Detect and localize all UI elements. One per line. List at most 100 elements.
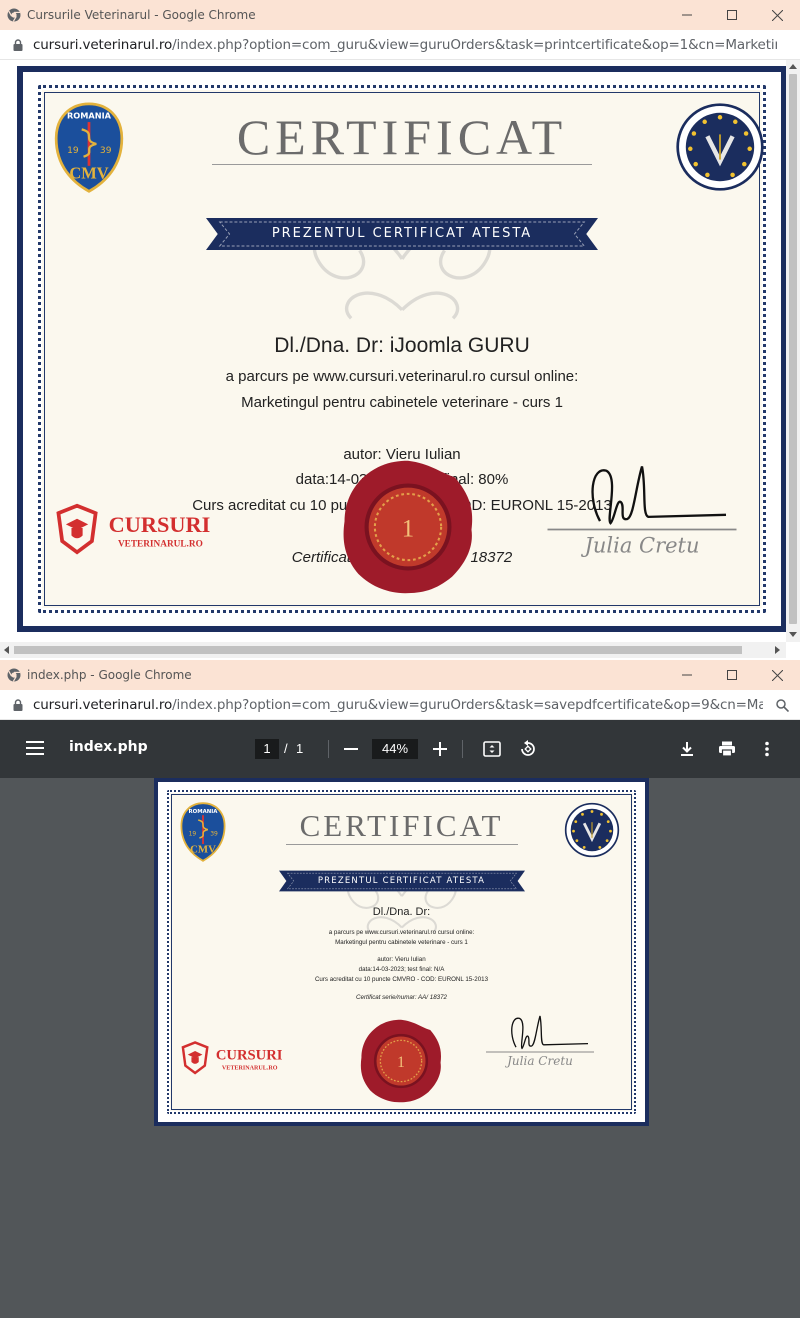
address-bar-pdf[interactable]: cursuri.veterinarul.ro/index.php?option=… (0, 690, 800, 720)
download-icon (681, 742, 693, 756)
certificate-html: CERTIFICAT PREZENTUL CERTIFICAT ATESTA D… (17, 66, 786, 632)
close-button[interactable] (754, 0, 800, 30)
maximize-button[interactable] (709, 0, 755, 30)
toolbar-divider (328, 740, 329, 758)
maximize-icon (727, 10, 737, 20)
minimize-icon (682, 674, 692, 676)
print-button[interactable] (717, 739, 737, 759)
browser-window-pdf: index.php - Google Chrome cursuri.veteri… (0, 660, 800, 1318)
course-name: Marketingul pentru cabinetele veterinare… (335, 939, 468, 946)
certificate-heading: CERTIFICAT (236, 109, 568, 165)
vertical-scrollbar[interactable] (786, 60, 800, 642)
certificate-pdf-page: CERTIFICAT PREZENTUL CERTIFICAT ATESTA D… (154, 778, 649, 1126)
svg-text:Julia Cretu: Julia Cretu (504, 1054, 573, 1068)
cmv-romania-logo-icon: ROMANIA 19 39 CMV (54, 102, 124, 193)
svg-text:ROMANIA: ROMANIA (189, 809, 219, 815)
svg-text:CURSURI: CURSURI (216, 1048, 283, 1064)
zoom-out-button[interactable] (341, 739, 361, 759)
accreditation-line: Curs acreditat cu 10 puncte CMVRO - COD:… (314, 976, 489, 983)
fit-page-button[interactable] (482, 739, 502, 759)
svg-text:39: 39 (100, 146, 112, 156)
page-number-input[interactable]: 1 (255, 739, 279, 759)
page-viewport[interactable]: CERTIFICAT PREZENTUL CERTIFICAT ATESTA D… (0, 60, 786, 642)
plus-icon (433, 742, 447, 756)
horizontal-scroll-thumb[interactable] (14, 646, 742, 654)
page-separator: / (284, 741, 288, 756)
course-name: Marketingul pentru cabinetele veterinare… (241, 394, 563, 411)
rotate-button[interactable] (518, 739, 538, 759)
serial-number: Certificat serie/numar: AA/ 18372 (356, 994, 447, 1001)
download-button[interactable] (677, 739, 697, 759)
scroll-down-icon (789, 632, 797, 637)
pdf-file-name: index.php (69, 739, 148, 755)
svg-text:CMV: CMV (69, 164, 108, 183)
chrome-favicon-icon (7, 8, 21, 22)
veterinary-association-badge-icon (564, 802, 620, 858)
veterinary-association-badge-icon (676, 103, 764, 191)
intro-line: a parcurs pe www.cursuri.veterinarul.ro … (225, 368, 579, 385)
page-total: 1 (296, 741, 304, 756)
maximize-icon (727, 670, 737, 680)
svg-text:Julia Cretu: Julia Cretu (580, 534, 699, 558)
url-text-pdf[interactable]: cursuri.veterinarul.ro/index.php?option=… (33, 697, 763, 713)
more-options-button[interactable] (757, 739, 777, 759)
zoom-magnifier-icon[interactable] (776, 699, 789, 712)
browser-window-print: Cursurile Veterinarul - Google Chrome cu… (0, 0, 800, 660)
wax-seal-icon: 1 (360, 1019, 441, 1103)
lock-icon (13, 38, 23, 51)
toolbar-divider (462, 740, 463, 758)
horizontal-scrollbar[interactable] (0, 642, 786, 658)
close-button-pdf[interactable] (754, 660, 800, 690)
scroll-right-icon (775, 646, 780, 654)
pdf-toolbar: index.php 1 / 1 44% (0, 720, 800, 778)
ornament-pattern-icon (312, 224, 492, 320)
svg-text:1: 1 (402, 516, 414, 543)
zoom-in-button[interactable] (430, 739, 450, 759)
recipient-name: Dl./Dna. Dr: (372, 906, 431, 918)
recipient-name: Dl./Dna. Dr: iJoomla GURU (274, 334, 530, 357)
intro-line: a parcurs pe www.cursuri.veterinarul.ro … (328, 929, 475, 936)
more-vert-icon (765, 741, 769, 757)
svg-text:19: 19 (67, 146, 79, 156)
author-line: autor: Vieru Iulian (377, 956, 426, 963)
svg-text:VETERINARUL.RO: VETERINARUL.RO (222, 1065, 278, 1071)
minus-icon (344, 748, 358, 750)
cursuri-veterinarul-logo-icon: CURSURI VETERINARUL.RO (56, 503, 211, 555)
menu-icon[interactable] (26, 741, 44, 755)
svg-text:19: 19 (189, 831, 197, 838)
svg-text:CURSURI: CURSURI (109, 512, 211, 537)
svg-text:CMV: CMV (190, 843, 216, 855)
window-title-pdf: index.php - Google Chrome (27, 668, 192, 682)
minimize-icon (682, 14, 692, 16)
zoom-level-input[interactable]: 44% (372, 739, 418, 759)
ribbon-text: PREZENTUL CERTIFICAT ATESTA (271, 225, 533, 241)
maximize-button-pdf[interactable] (709, 660, 755, 690)
address-bar[interactable]: cursuri.veterinarul.ro/index.php?option=… (0, 30, 800, 60)
vertical-scroll-thumb[interactable] (789, 74, 797, 624)
url-text[interactable]: cursuri.veterinarul.ro/index.php?option=… (33, 37, 777, 53)
title-bar[interactable]: Cursurile Veterinarul - Google Chrome (0, 0, 800, 30)
title-bar-pdf[interactable]: index.php - Google Chrome (0, 660, 800, 690)
signature-icon: Julia Cretu (486, 1015, 594, 1068)
chrome-favicon-icon (7, 668, 21, 682)
rotate-icon (521, 740, 535, 756)
close-icon (771, 669, 783, 681)
wax-seal-icon: 1 (343, 460, 473, 594)
minimize-button[interactable] (664, 0, 710, 30)
heading-rule (212, 164, 592, 165)
scroll-up-icon (789, 64, 797, 69)
svg-text:VETERINARUL.RO: VETERINARUL.RO (118, 540, 203, 550)
minimize-button-pdf[interactable] (664, 660, 710, 690)
ribbon-text: PREZENTUL CERTIFICAT ATESTA (317, 875, 486, 886)
close-icon (771, 9, 783, 21)
svg-text:ROMANIA: ROMANIA (67, 110, 112, 120)
scroll-left-icon (4, 646, 9, 654)
signature-icon: Julia Cretu (547, 466, 737, 558)
svg-text:1: 1 (397, 1054, 405, 1071)
fit-to-page-icon (483, 741, 501, 757)
lock-icon (13, 698, 23, 711)
heading-rule (285, 844, 518, 845)
cmv-romania-logo-icon: ROMANIA 19 39 CMV (180, 802, 226, 862)
svg-text:39: 39 (210, 831, 218, 838)
window-title: Cursurile Veterinarul - Google Chrome (27, 8, 256, 22)
